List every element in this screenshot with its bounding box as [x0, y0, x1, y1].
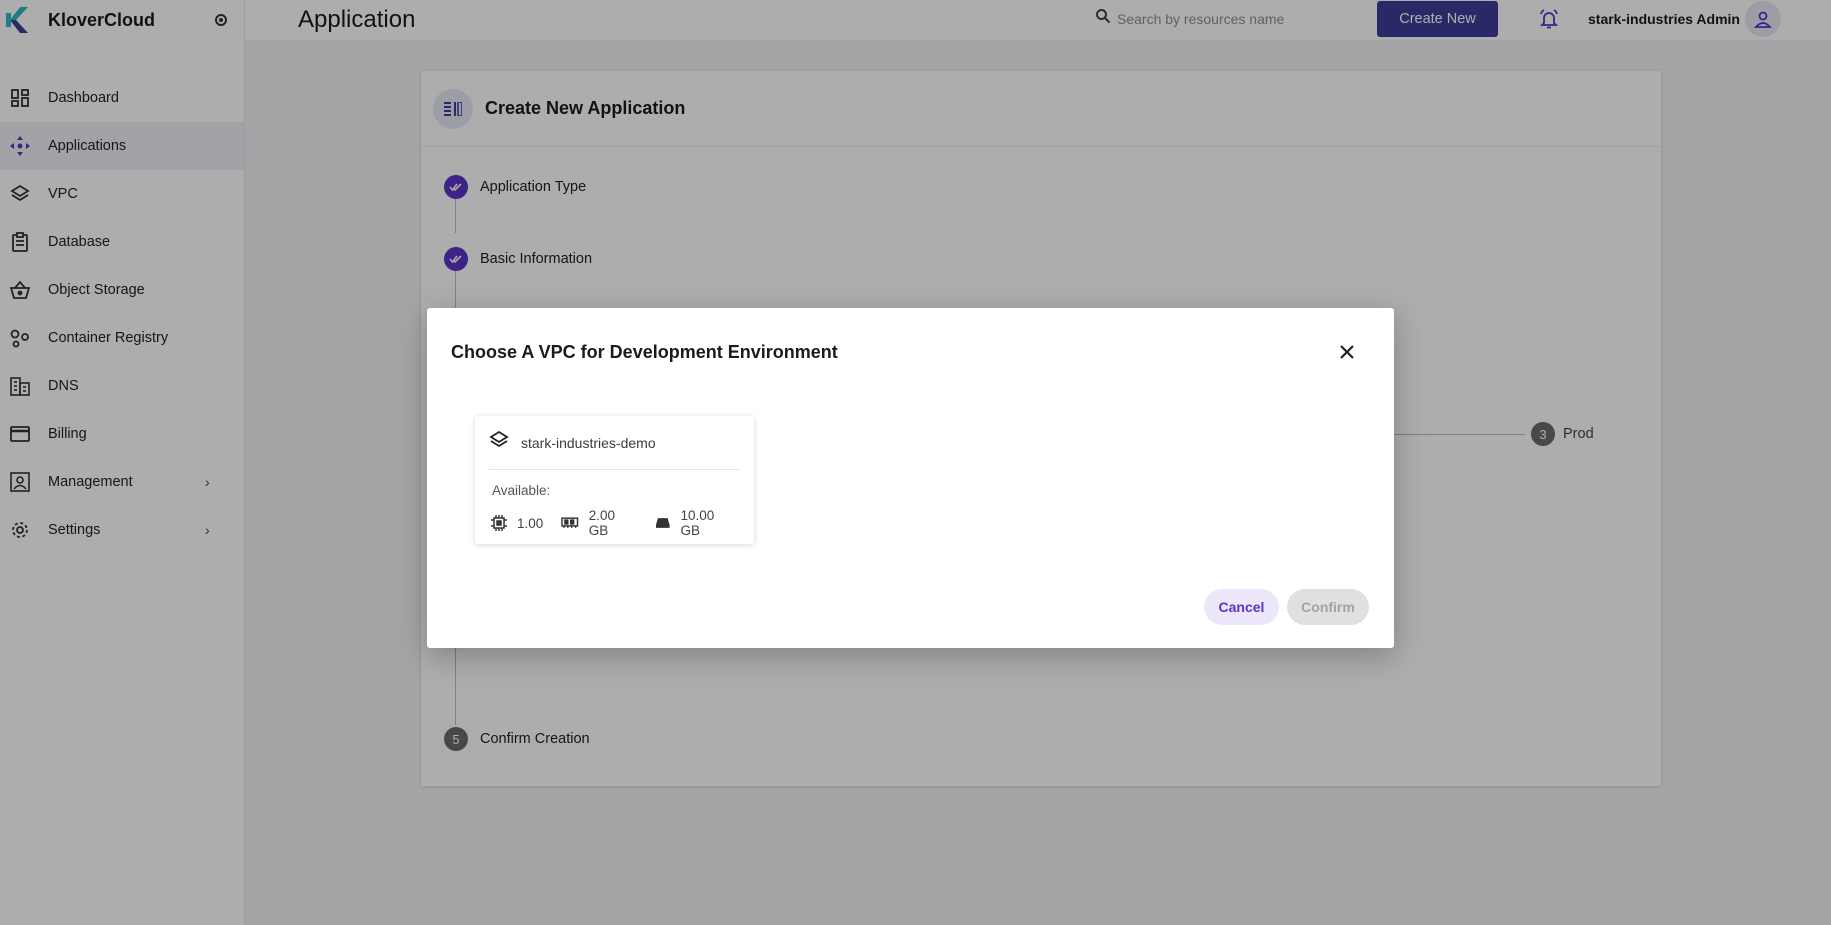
storage-value: 10.00 GB	[680, 508, 715, 538]
memory-icon	[561, 517, 579, 528]
dialog-title: Choose A VPC for Development Environment	[451, 342, 838, 362]
vpc-resources: 1.00 2.00 GB 10.00 GB	[491, 508, 754, 538]
confirm-button[interactable]: Confirm	[1287, 589, 1369, 625]
memory-value: 2.00 GB	[588, 508, 616, 538]
storage-stat: 10.00 GB	[655, 508, 736, 538]
cpu-value: 1.00	[517, 515, 544, 531]
cancel-button[interactable]: Cancel	[1204, 589, 1279, 625]
cpu-icon	[491, 515, 507, 531]
choose-vpc-dialog: Choose A VPC for Development Environment…	[427, 308, 1394, 648]
storage-icon	[655, 518, 670, 528]
close-icon	[1340, 345, 1354, 359]
available-label: Available:	[492, 483, 551, 498]
vpc-name: stark-industries-demo	[521, 434, 656, 451]
vpc-card-header: stark-industries-demo	[489, 416, 740, 470]
vpc-option-card[interactable]: stark-industries-demo Available: 1.00 2.…	[475, 416, 754, 544]
memory-stat: 2.00 GB	[561, 508, 637, 538]
layers-icon	[489, 430, 509, 455]
close-button[interactable]	[1335, 340, 1359, 364]
cpu-stat: 1.00	[491, 515, 543, 531]
